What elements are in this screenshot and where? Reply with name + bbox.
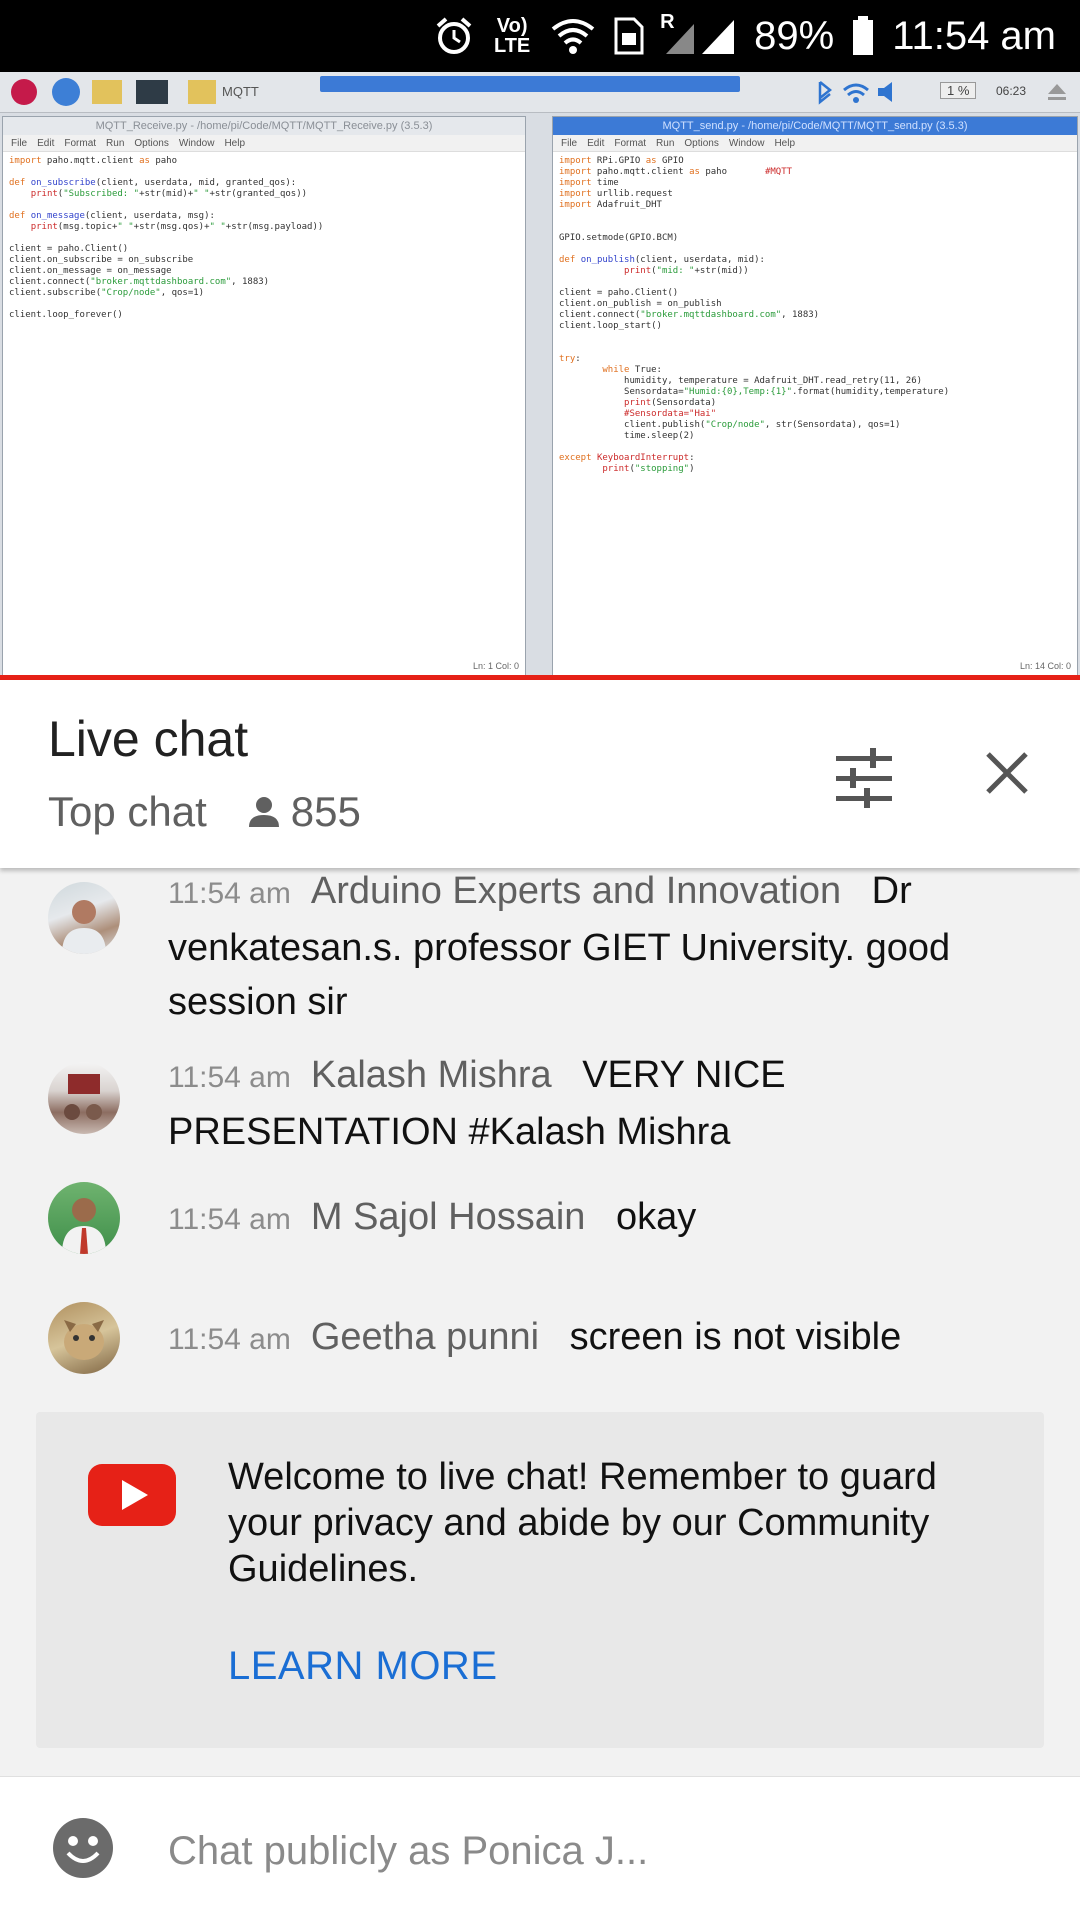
status-bar: Vo) LTE R 89% 11:54 am	[0, 0, 1080, 72]
message-author[interactable]: M Sajol Hossain	[311, 1196, 586, 1238]
person-icon	[247, 795, 281, 829]
message-timestamp: 11:54 am	[168, 1203, 291, 1236]
signal-icon: R	[660, 12, 736, 56]
welcome-banner: Welcome to live chat! Remember to guard …	[36, 1412, 1044, 1748]
code-area: import RPi.GPIO as GPIO import paho.mqtt…	[559, 156, 950, 474]
chat-mode-row: Top chat 855	[48, 788, 361, 836]
window-status: Ln: 1 Col: 0	[472, 661, 519, 671]
roaming-badge: R	[660, 11, 675, 33]
window-status: Ln: 14 Col: 0	[1019, 661, 1071, 671]
tray-icons	[818, 81, 892, 105]
avatar[interactable]	[48, 1182, 120, 1254]
battery-icon	[852, 16, 874, 56]
menu-file[interactable]: File	[11, 138, 27, 149]
menu-options[interactable]: Options	[134, 138, 168, 149]
chat-message-list[interactable]: 11:54 am Arduino Experts and Innovation D…	[0, 868, 1080, 1776]
chat-input-bar	[0, 1776, 1080, 1921]
tray-time: 06:23	[996, 84, 1027, 98]
message-body: 11:54 am Arduino Experts and Innovation D…	[168, 868, 1018, 1029]
menu-format[interactable]: Format	[64, 138, 96, 149]
menu-help[interactable]: Help	[774, 138, 795, 149]
editor-window-left: MQTT_Receive.py - /home/pi/Code/MQTT/MQT…	[2, 116, 526, 676]
chat-message-input[interactable]	[168, 1821, 1028, 1881]
menu-run[interactable]: Run	[656, 138, 674, 149]
learn-more-link[interactable]: LEARN MORE	[228, 1644, 498, 1689]
eject-icon	[1048, 84, 1066, 100]
menu-edit[interactable]: Edit	[37, 138, 54, 149]
avatar[interactable]	[48, 882, 120, 954]
window-menu: File Edit Format Run Options Window Help	[3, 135, 525, 152]
chat-mode-dropdown[interactable]: Top chat	[48, 788, 207, 836]
message-body: 11:54 am Kalash Mishra VERY NICE PRESENTA…	[168, 1048, 1018, 1159]
editor-window-right: MQTT_send.py - /home/pi/Code/MQTT/MQTT_s…	[552, 116, 1078, 676]
menu-window[interactable]: Window	[179, 138, 215, 149]
youtube-logo-icon	[88, 1464, 176, 1526]
message-author[interactable]: Arduino Experts and Innovation	[311, 870, 841, 912]
menu-window[interactable]: Window	[729, 138, 765, 149]
emoji-icon[interactable]	[52, 1817, 114, 1879]
window-title: MQTT_send.py - /home/pi/Code/MQTT/MQTT_s…	[553, 117, 1077, 135]
tray-badge: 1 %	[940, 82, 977, 99]
message-body: 11:54 am M Sajol Hossain okay	[168, 1190, 1018, 1247]
tune-icon[interactable]	[832, 746, 896, 810]
avatar[interactable]	[48, 1302, 120, 1374]
taskbar-folder-label: MQTT	[222, 84, 259, 99]
message-text: screen is not visible	[569, 1316, 902, 1358]
video-player[interactable]: MQTT 1 % 06:23 MQTT_Receive.py - /home/p…	[0, 72, 1080, 677]
avatar[interactable]	[48, 1062, 120, 1134]
chat-header: Live chat Top chat 855	[0, 680, 1080, 868]
alarm-icon	[434, 16, 474, 56]
message-author[interactable]: Kalash Mishra	[311, 1054, 552, 1096]
menu-edit[interactable]: Edit	[587, 138, 604, 149]
close-icon[interactable]	[982, 748, 1032, 798]
code-area: import paho.mqtt.client as paho def on_s…	[9, 156, 324, 320]
wifi-icon	[550, 17, 596, 55]
welcome-text: Welcome to live chat! Remember to guard …	[228, 1456, 937, 1590]
message-body: 11:54 am Geetha punni screen is not visib…	[168, 1310, 1018, 1367]
menu-options[interactable]: Options	[684, 138, 718, 149]
window-title: MQTT_Receive.py - /home/pi/Code/MQTT/MQT…	[3, 117, 525, 135]
menu-run[interactable]: Run	[106, 138, 124, 149]
menu-help[interactable]: Help	[224, 138, 245, 149]
message-timestamp: 11:54 am	[168, 1323, 291, 1356]
message-timestamp: 11:54 am	[168, 1061, 291, 1094]
battery-percent: 89%	[754, 13, 835, 58]
message-text: okay	[615, 1196, 697, 1238]
menu-format[interactable]: Format	[614, 138, 646, 149]
message-timestamp: 11:54 am	[168, 877, 291, 910]
desktop-taskbar: MQTT 1 % 06:23	[0, 72, 1080, 113]
message-author[interactable]: Geetha punni	[311, 1316, 539, 1358]
taskbar-window-buttons	[320, 76, 740, 92]
viewer-count: 855	[290, 788, 361, 835]
menu-file[interactable]: File	[561, 138, 577, 149]
window-menu: File Edit Format Run Options Window Help	[553, 135, 1077, 152]
chat-title: Live chat	[48, 711, 249, 767]
network-type: Vo) LTE	[493, 15, 531, 57]
sim-card-icon	[614, 17, 644, 55]
clock: 11:54 am	[892, 13, 1056, 58]
